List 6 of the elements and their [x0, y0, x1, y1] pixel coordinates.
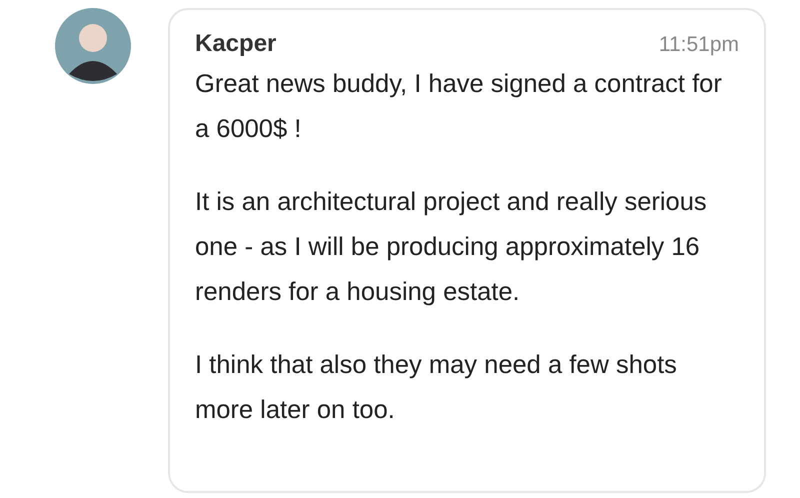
message-paragraph: I think that also they may need a few shots more later on too.: [195, 350, 678, 426]
message-paragraph: Great news buddy, I have signed a contract for a 6000$ !: [195, 69, 723, 145]
message-paragraph: It is an architectural project and really serious one - as I will be producing approximately 16 renders for a housing estate.: [195, 187, 708, 308]
avatar-icon: [55, 8, 131, 84]
message-time: 11:51pm: [658, 33, 739, 57]
author-name: Kacper: [195, 30, 276, 58]
